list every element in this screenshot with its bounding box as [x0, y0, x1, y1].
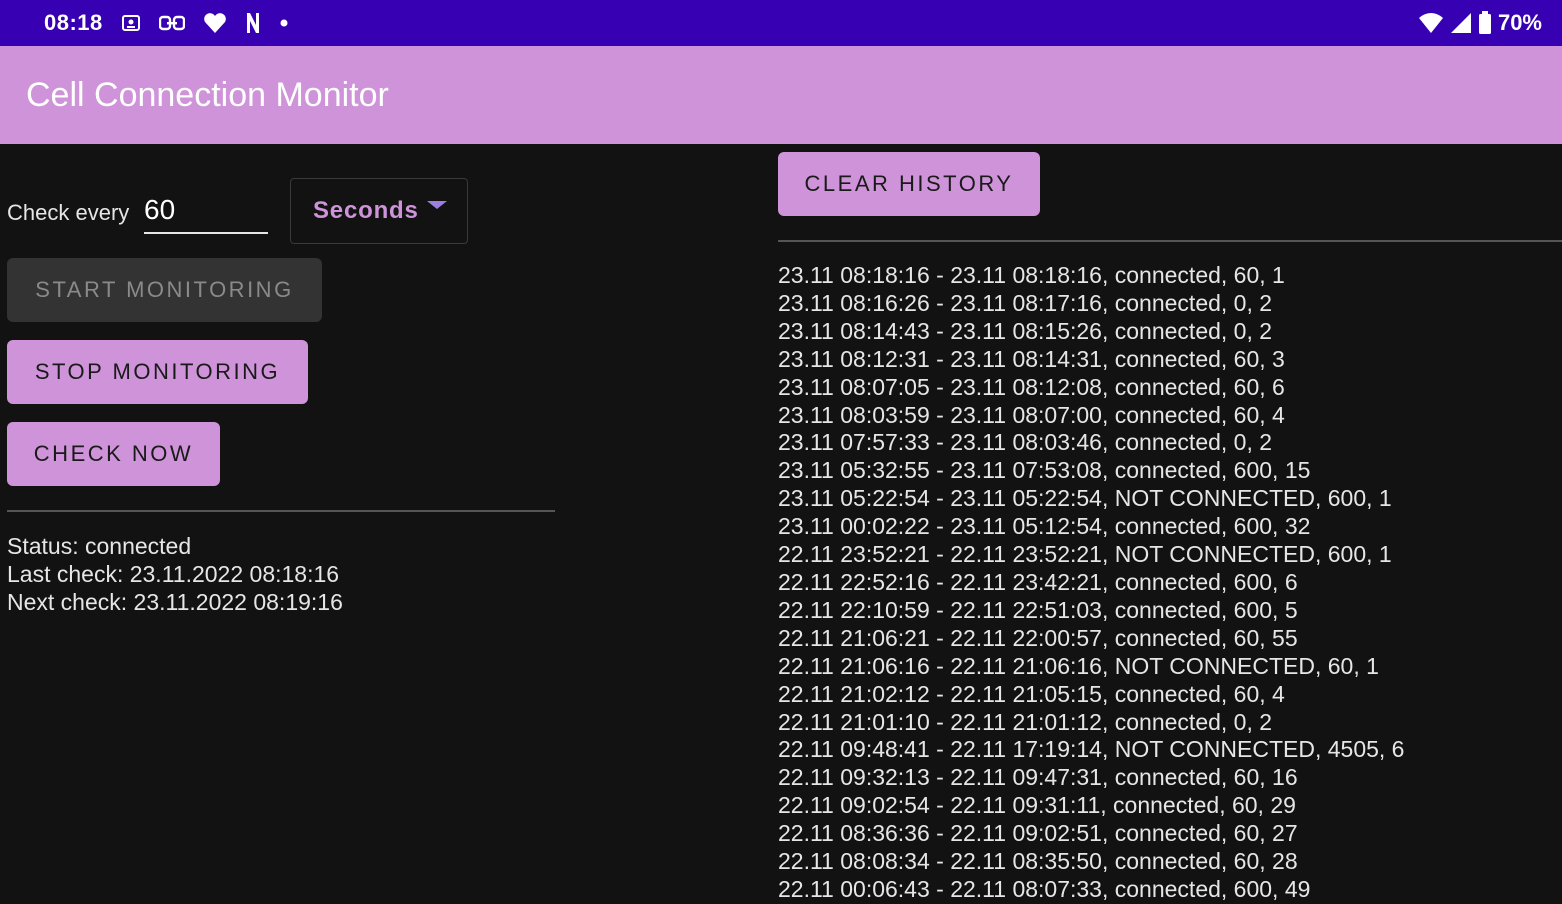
status-time: 08:18: [44, 10, 103, 35]
link-icon: [158, 13, 185, 33]
history-entry: 23.11 08:18:16 - 23.11 08:18:16, connect…: [778, 262, 1285, 288]
check-every-label: Check every: [7, 200, 130, 225]
interval-input[interactable]: 60: [144, 190, 268, 234]
history-entry: 22.11 08:36:36 - 22.11 09:02:51, connect…: [778, 820, 1298, 847]
divider: [778, 240, 1562, 242]
history-entry: 23.11 08:14:43 - 23.11 08:15:26, connect…: [778, 317, 1273, 344]
history-list[interactable]: 23.11 08:18:16 - 23.11 08:18:16, connect…: [778, 262, 1404, 904]
battery-percentage: 70%: [1497, 10, 1542, 35]
history-entry: 23.11 05:22:54 - 23.11 05:22:54, NOT CON…: [778, 485, 1392, 512]
status-bar-left: 08:18: [44, 0, 289, 46]
last-check-line: Last check: 23.11.2022 08:18:16: [7, 561, 340, 587]
history-entry: 23.11 08:07:05 - 23.11 08:12:08, connect…: [778, 373, 1285, 400]
unit-dropdown-value: Seconds: [313, 197, 419, 224]
heart-icon: [203, 12, 227, 34]
history-entry: 23.11 08:12:31 - 23.11 08:14:31, connect…: [778, 345, 1285, 372]
history-entry: 22.11 09:02:54 - 22.11 09:31:11, connect…: [778, 792, 1296, 819]
history-entry: 23.11 07:57:33 - 23.11 08:03:46, connect…: [778, 429, 1273, 456]
status-bar: 08:18 70%: [0, 0, 1562, 46]
history-entry: 22.11 09:48:41 - 22.11 17:19:14, NOT CON…: [778, 736, 1405, 763]
controls-panel: Check every 60 Seconds START MONITORING …: [0, 144, 770, 900]
app-bar: Cell Connection Monitor: [0, 46, 1562, 144]
history-entry: 22.11 21:02:12 - 22.11 21:05:15, connect…: [778, 680, 1285, 707]
history-entry: 22.11 21:06:16 - 22.11 21:06:16, NOT CON…: [778, 652, 1379, 679]
history-entry: 23.11 08:16:26 - 23.11 08:17:16, connect…: [778, 289, 1273, 316]
history-entry: 23.11 08:03:59 - 23.11 08:07:00, connect…: [778, 401, 1285, 428]
history-panel: CLEAR HISTORY 23.11 08:18:16 - 23.11 08:…: [770, 144, 1562, 902]
next-check-line: Next check: 23.11.2022 08:19:16: [7, 589, 343, 615]
battery-icon: [1478, 11, 1492, 35]
history-entry: 22.11 08:08:34 - 22.11 08:35:50, connect…: [778, 848, 1298, 875]
history-entry: 23.11 05:32:55 - 23.11 07:53:08, connect…: [778, 457, 1311, 484]
n-icon: [245, 12, 261, 34]
divider: [7, 510, 555, 512]
status-bar-right: 70%: [1418, 0, 1542, 46]
signal-icon: [1450, 12, 1472, 34]
check-now-button[interactable]: CHECK NOW: [7, 422, 220, 486]
app-title: Cell Connection Monitor: [26, 76, 389, 114]
wifi-icon: [1418, 12, 1444, 34]
image-icon: [121, 13, 141, 33]
start-monitoring-button[interactable]: START MONITORING: [7, 258, 322, 322]
chevron-down-icon: [427, 201, 447, 209]
stop-monitoring-button[interactable]: STOP MONITORING: [7, 340, 308, 404]
history-entry: 22.11 09:32:13 - 22.11 09:47:31, connect…: [778, 764, 1298, 791]
dot-icon: [279, 18, 289, 28]
status-line: Status: connected: [7, 533, 192, 559]
history-entry: 23.11 00:02:22 - 23.11 05:12:54, connect…: [778, 513, 1311, 540]
status-info: Status: connected Last check: 23.11.2022…: [7, 532, 343, 616]
history-entry: 22.11 21:06:21 - 22.11 22:00:57, connect…: [778, 624, 1298, 651]
clear-history-button[interactable]: CLEAR HISTORY: [778, 152, 1040, 216]
unit-dropdown[interactable]: Seconds: [290, 178, 468, 244]
history-entry: 22.11 22:52:16 - 22.11 23:42:21, connect…: [778, 568, 1298, 595]
history-entry: 22.11 21:01:10 - 22.11 21:01:12, connect…: [778, 708, 1273, 735]
history-entry: 22.11 22:10:59 - 22.11 22:51:03, connect…: [778, 596, 1298, 623]
history-entry: 22.11 23:52:21 - 22.11 23:52:21, NOT CON…: [778, 541, 1392, 568]
